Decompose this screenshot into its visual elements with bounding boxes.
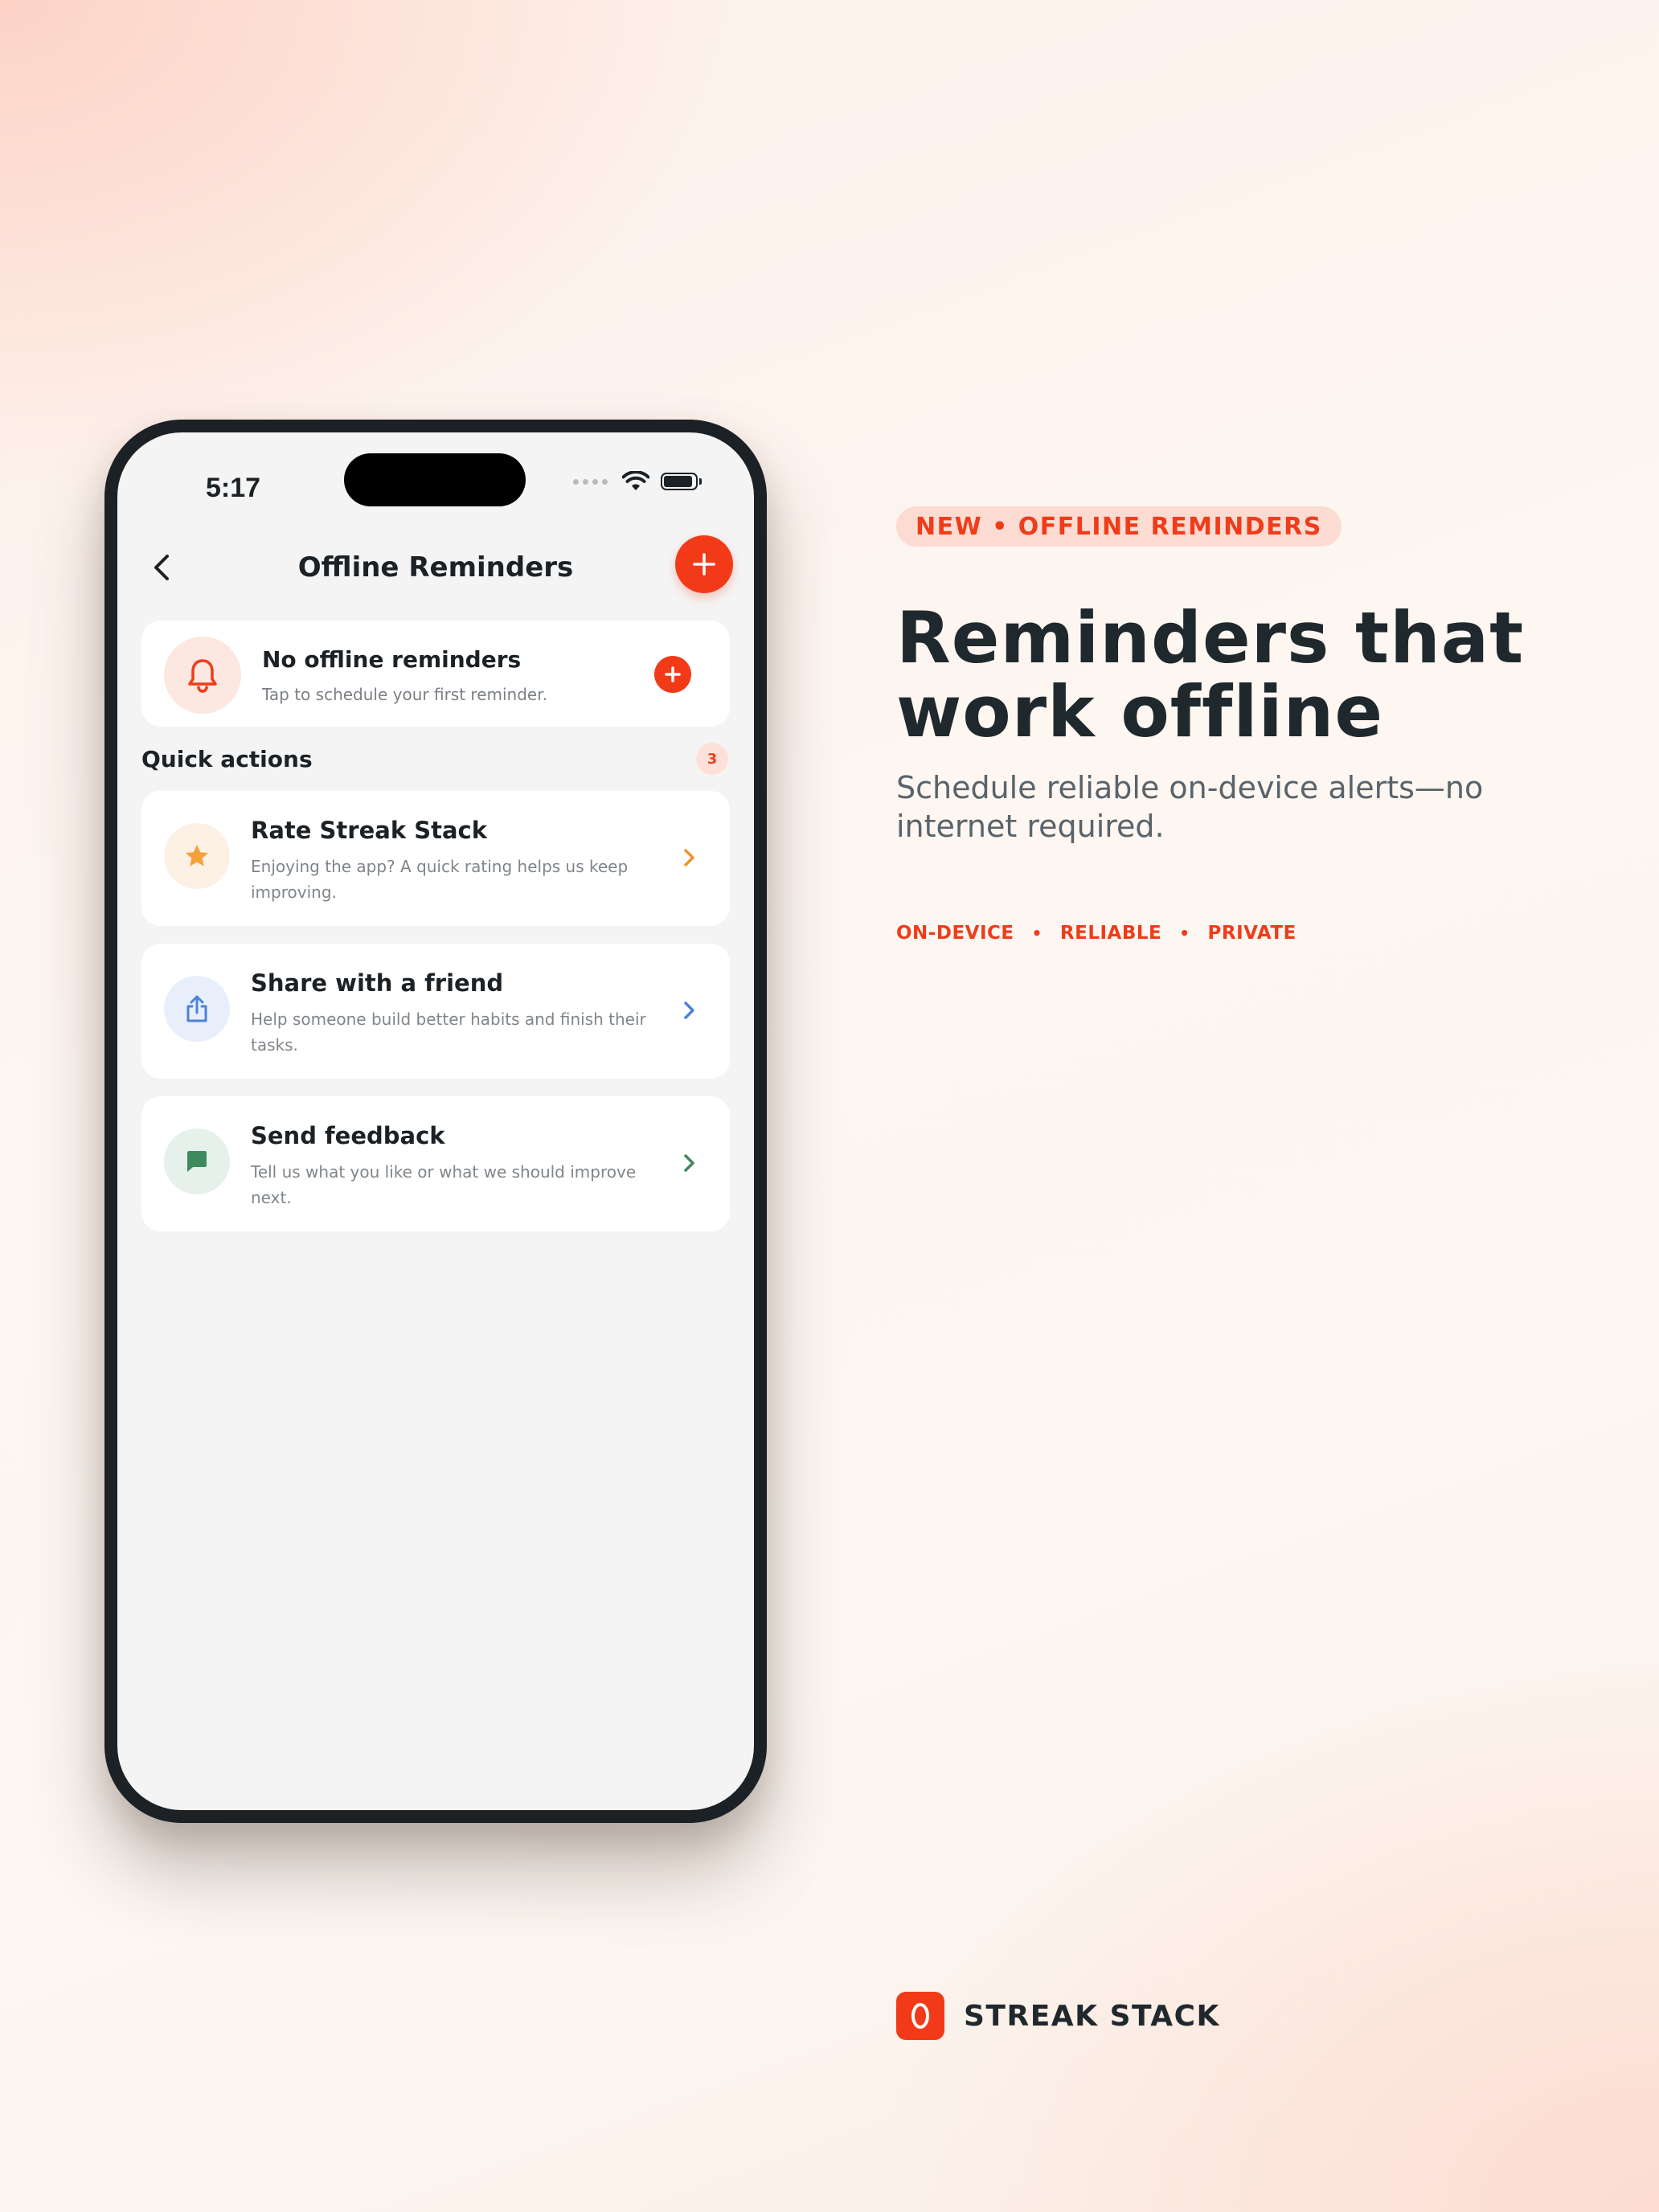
tag-separator: • [1031,924,1043,943]
tag-on-device: ON-DEVICE [896,923,1014,944]
star-icon [186,845,208,866]
feedback-card[interactable]: Send feedback Tell us what you like or w… [141,1096,730,1231]
headline-line-1: Reminders that [896,596,1525,679]
bell-icon [188,659,217,693]
chat-icon [187,1151,207,1172]
phone-mockup: 5:17 Offline Reminders No offline remind… [104,420,767,1823]
dynamic-island [344,453,526,506]
plus-icon [665,666,681,682]
action-title: Send feedback [251,1122,445,1149]
quick-actions-count-badge: 3 [696,743,728,775]
chevron-right-icon [684,849,694,866]
action-title: Share with a friend [251,969,504,997]
rate-icon-badge [164,823,230,889]
plus-icon [693,553,715,576]
feature-pill: NEW • OFFLINE REMINDERS [896,506,1342,547]
empty-state-subtitle: Tap to schedule your first reminder. [262,685,547,704]
brand-lockup: STREAK STACK [896,1992,1220,2040]
action-description: Tell us what you like or what we should … [251,1162,637,1207]
tag-private: PRIVATE [1207,923,1296,944]
feature-tags: ON-DEVICE • RELIABLE • PRIVATE [896,923,1296,944]
feedback-icon-badge [164,1129,230,1194]
brand-logo-icon [896,1992,944,2040]
chevron-right-icon [684,1154,694,1172]
brand-name: STREAK STACK [964,1999,1220,2033]
chevron-right-icon [684,1002,694,1019]
empty-reminders-card[interactable]: No offline reminders Tap to schedule you… [141,621,730,727]
share-app-card[interactable]: Share with a friend Help someone build b… [141,944,730,1079]
promo-headline: Reminders that work offline [896,601,1604,749]
tag-reliable: RELIABLE [1059,923,1162,944]
bell-icon-badge [164,637,241,714]
action-description: Help someone build better habits and fin… [251,1010,646,1055]
schedule-reminder-button[interactable] [654,656,691,693]
rate-app-card[interactable]: Rate Streak Stack Enjoying the app? A qu… [141,791,730,926]
empty-state-title: No offline reminders [262,646,522,673]
action-description: Enjoying the app? A quick rating helps u… [251,857,629,902]
share-icon-badge [164,976,230,1042]
status-time: 5:17 [206,473,261,503]
wifi-icon [622,471,649,490]
status-icons [573,471,702,492]
share-icon [186,995,207,1022]
page-title: Offline Reminders [297,551,574,584]
battery-icon [661,473,702,490]
quick-actions-heading: Quick actions [141,746,313,772]
phone-screen: 5:17 Offline Reminders No offline remind… [117,432,754,1810]
tag-separator: • [1179,924,1190,943]
action-title: Rate Streak Stack [251,817,487,844]
headline-line-2: work offline [896,670,1383,753]
promo-subhead: Schedule reliable on-device alerts—no in… [896,770,1484,844]
add-reminder-button[interactable] [675,535,733,593]
cellular-signal-icon [573,478,608,485]
